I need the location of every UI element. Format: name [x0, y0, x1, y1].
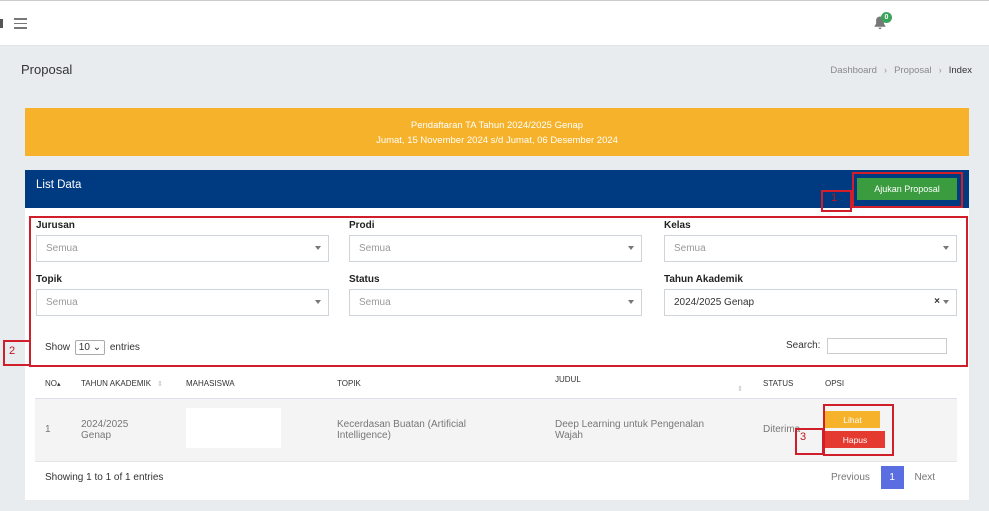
cell-topik: Kecerdasan Buatan (Artificial Intelligenc…	[327, 398, 545, 462]
annotation-box-ajukan	[852, 172, 963, 208]
notification-count-badge: 0	[881, 12, 892, 23]
annotation-label-box-2	[3, 340, 31, 366]
col-tahun-akademik[interactable]: TAHUN AKADEMIK ⇕	[71, 370, 176, 399]
col-topik[interactable]: TOPIK	[327, 370, 545, 399]
redacted-name-box	[186, 408, 281, 448]
col-no[interactable]: NO▴	[35, 370, 71, 399]
breadcrumb: Dashboard › Proposal › Index	[830, 65, 972, 76]
annotation-box-opsi	[823, 404, 894, 456]
pagination-previous[interactable]: Previous	[831, 472, 870, 483]
annotation-number-1: 1	[831, 192, 838, 204]
breadcrumb-current: Index	[948, 65, 972, 76]
breadcrumb-dashboard[interactable]: Dashboard	[830, 65, 876, 76]
annotation-box-filters	[29, 216, 968, 367]
banner-line-1: Pendaftaran TA Tahun 2024/2025 Genap	[410, 120, 584, 131]
notification-bell-icon[interactable]: 0	[872, 12, 892, 33]
hamburger-menu-icon[interactable]	[14, 18, 27, 29]
cell-no: 1	[35, 398, 71, 462]
pagination-next[interactable]: Next	[914, 472, 935, 483]
top-bar: 0	[0, 0, 989, 46]
annotation-number-3: 3	[800, 431, 807, 443]
col-mahasiswa[interactable]: MAHASISWA	[176, 370, 327, 399]
banner-line-2: Jumat, 15 November 2024 s/d Jumat, 06 De…	[376, 135, 618, 146]
card-title: List Data	[36, 179, 82, 191]
pagination-page-1[interactable]: 1	[880, 466, 904, 489]
left-edge-mark	[0, 19, 3, 28]
registration-banner: Pendaftaran TA Tahun 2024/2025 Genap Jum…	[25, 108, 969, 156]
annotation-number-2: 2	[9, 345, 16, 357]
breadcrumb-proposal[interactable]: Proposal	[894, 65, 932, 76]
showing-info: Showing 1 to 1 of 1 entries	[45, 472, 164, 483]
cell-mahasiswa	[176, 398, 327, 462]
pagination: Previous 1 Next	[831, 466, 935, 489]
col-opsi: OPSI	[815, 370, 957, 399]
page-title: Proposal	[21, 62, 73, 77]
col-judul[interactable]: JUDUL ⇕	[545, 370, 753, 399]
cell-tahun: 2024/2025 Genap	[71, 398, 176, 462]
table-header-row: NO▴ TAHUN AKADEMIK ⇕ MAHASISWA TOPIK JUDU…	[35, 370, 957, 399]
cell-judul: Deep Learning untuk Pengenalan Wajah	[545, 398, 753, 462]
col-status[interactable]: STATUS	[753, 370, 815, 399]
